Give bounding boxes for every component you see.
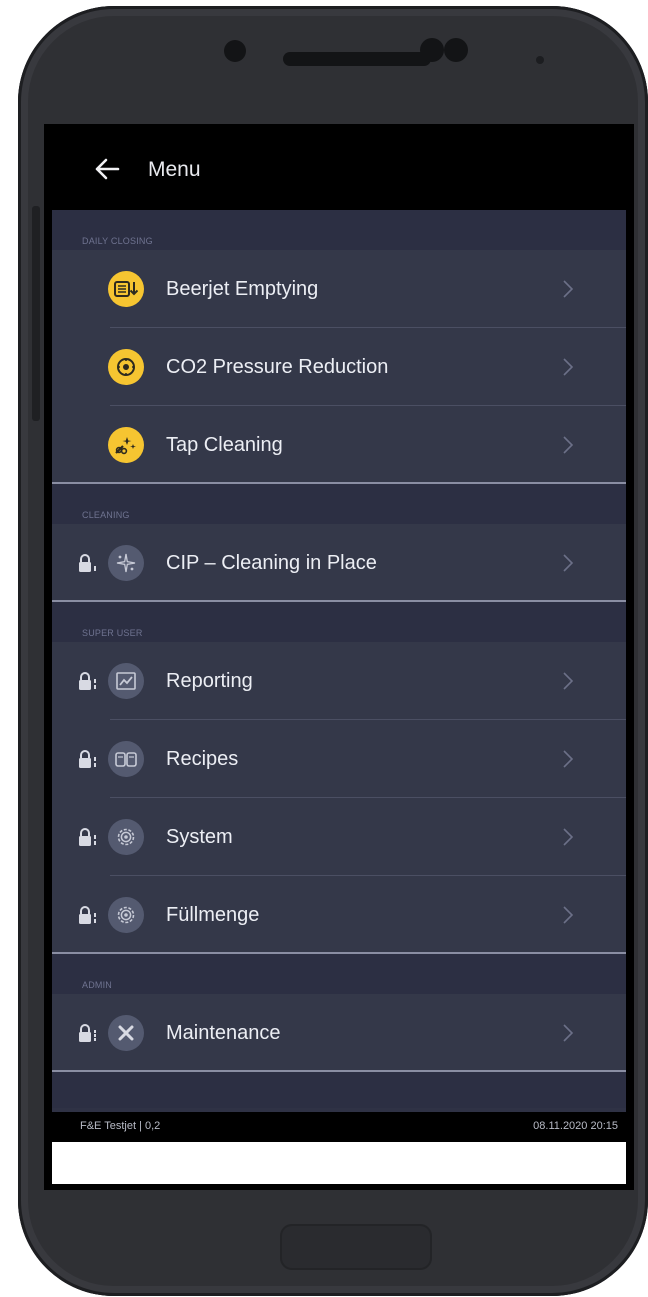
home-button[interactable] — [280, 1224, 432, 1270]
menu-item-beerjet-emptying[interactable]: Beerjet Emptying — [52, 250, 626, 328]
menu-item-label: Reporting — [166, 670, 253, 692]
arrow-left-icon[interactable] — [94, 156, 120, 182]
chevron-right-icon — [563, 906, 574, 924]
chevron-right-icon — [563, 1024, 574, 1042]
chevron-right-icon — [563, 672, 574, 690]
status-bar: F&E Testjet | 0,2 08.11.2020 20:15 — [52, 1112, 626, 1142]
menu-item-label: CO2 Pressure Reduction — [166, 356, 389, 378]
section-divider — [52, 1070, 626, 1072]
section-header-daily-closing: DAILY CLOSING — [52, 210, 626, 250]
pressure-gauge-icon — [108, 349, 144, 385]
menu-item-co2-pressure-reduction[interactable]: CO2 Pressure Reduction — [52, 328, 626, 406]
light-sensor — [536, 56, 544, 64]
bottom-strip — [52, 1142, 626, 1184]
menu-item-maintenance[interactable]: Maintenance — [52, 994, 626, 1072]
menu-item-label: Maintenance — [166, 1022, 281, 1044]
lock-icon — [79, 906, 96, 924]
menu-item-label: Beerjet Emptying — [166, 278, 319, 300]
recipes-icon — [108, 741, 144, 777]
chevron-right-icon — [563, 750, 574, 768]
front-camera — [420, 38, 444, 62]
section-header-super-user: SUPER USER — [52, 602, 626, 642]
gear-icon — [108, 897, 144, 933]
front-camera-2 — [444, 38, 468, 62]
section-label: ADMIN — [82, 980, 112, 990]
menu-list: DAILY CLOSING Beerjet Emptying CO2 Press… — [52, 210, 626, 1112]
speaker-grille — [283, 52, 431, 66]
section-label: CLEANING — [82, 510, 130, 520]
device-info: F&E Testjet | 0,2 — [80, 1120, 161, 1132]
menu-item-label: System — [166, 826, 233, 848]
menu-item-recipes[interactable]: Recipes — [52, 720, 626, 798]
proximity-sensor — [224, 40, 246, 62]
chevron-right-icon — [563, 436, 574, 454]
top-bar: Menu — [44, 124, 634, 210]
lock-icon — [79, 750, 96, 768]
date-time: 08.11.2020 20:15 — [533, 1120, 618, 1132]
section-label: DAILY CLOSING — [82, 236, 153, 246]
menu-item-tap-cleaning[interactable]: Tap Cleaning — [52, 406, 626, 484]
lock-icon — [79, 672, 96, 690]
lock-icon — [79, 554, 96, 572]
menu-item-label: Tap Cleaning — [166, 434, 283, 456]
tools-icon — [108, 1015, 144, 1051]
gear-icon — [108, 819, 144, 855]
app-screen: Menu DAILY CLOSING Beerjet Emptying CO2 … — [44, 124, 634, 1190]
lock-icon — [79, 1024, 96, 1042]
beerjet-empty-icon — [108, 271, 144, 307]
section-header-admin: ADMIN — [52, 954, 626, 994]
lock-icon — [79, 828, 96, 846]
menu-bottom-padding — [52, 1072, 626, 1108]
side-button — [32, 206, 40, 421]
menu-item-fuellmenge[interactable]: Füllmenge — [52, 876, 626, 954]
chevron-right-icon — [563, 358, 574, 376]
chevron-right-icon — [563, 280, 574, 298]
menu-item-cip[interactable]: CIP – Cleaning in Place — [52, 524, 626, 602]
sparkle-icon — [108, 545, 144, 581]
section-header-cleaning: CLEANING — [52, 484, 626, 524]
tap-cleaning-icon — [108, 427, 144, 463]
chevron-right-icon — [563, 828, 574, 846]
section-label: SUPER USER — [82, 628, 143, 638]
menu-item-label: CIP – Cleaning in Place — [166, 552, 377, 574]
menu-item-system[interactable]: System — [52, 798, 626, 876]
menu-item-label: Recipes — [166, 748, 239, 770]
menu-item-label: Füllmenge — [166, 904, 260, 926]
chevron-right-icon — [563, 554, 574, 572]
chart-icon — [108, 663, 144, 699]
page-title: Menu — [148, 158, 201, 181]
menu-item-reporting[interactable]: Reporting — [52, 642, 626, 720]
